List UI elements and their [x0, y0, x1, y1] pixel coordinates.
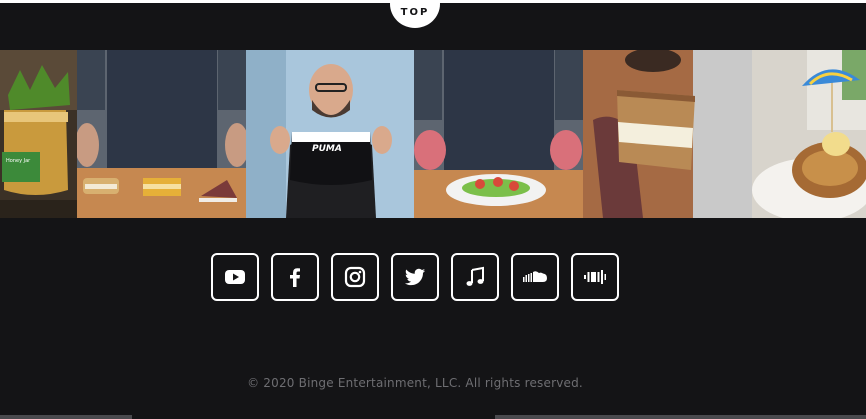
twitter-icon [404, 268, 426, 286]
jar-label-text: Honey Jar [6, 158, 31, 164]
photo-strip: Honey Jar PUMA [0, 50, 866, 218]
instagram-icon [344, 266, 366, 288]
honey-jar-photo[interactable]: Honey Jar [0, 50, 77, 218]
twitter-button[interactable] [391, 253, 439, 301]
back-to-top-button[interactable]: TOP [390, 0, 440, 28]
music-button[interactable] [451, 253, 499, 301]
instagram-button[interactable] [331, 253, 379, 301]
cinnamon-roll-umbrella-photo[interactable] [752, 50, 866, 218]
youtube-button[interactable] [211, 253, 259, 301]
chef-puma-shirt-photo[interactable]: PUMA [246, 50, 414, 218]
music-note-icon [466, 266, 484, 286]
soundcloud-button[interactable] [511, 253, 559, 301]
social-links [211, 253, 619, 301]
facebook-button[interactable] [271, 253, 319, 301]
podcast-button[interactable] [571, 253, 619, 301]
shirt-brand-text: PUMA [312, 144, 342, 154]
soundcloud-icon [523, 271, 547, 282]
podcast-icon [584, 270, 606, 284]
sandwich-cookies-photo[interactable] [77, 50, 246, 218]
copyright-text: © 2020 Binge Entertainment, LLC. All rig… [247, 376, 583, 390]
chef-salad-plate-photo[interactable] [414, 50, 583, 218]
youtube-icon [225, 270, 245, 284]
facebook-icon [290, 268, 300, 287]
cake-slice-photo[interactable] [583, 50, 752, 218]
scrollbar-track-right[interactable] [495, 415, 866, 419]
back-to-top-label: TOP [400, 7, 430, 18]
scrollbar-track-left[interactable] [0, 415, 132, 419]
